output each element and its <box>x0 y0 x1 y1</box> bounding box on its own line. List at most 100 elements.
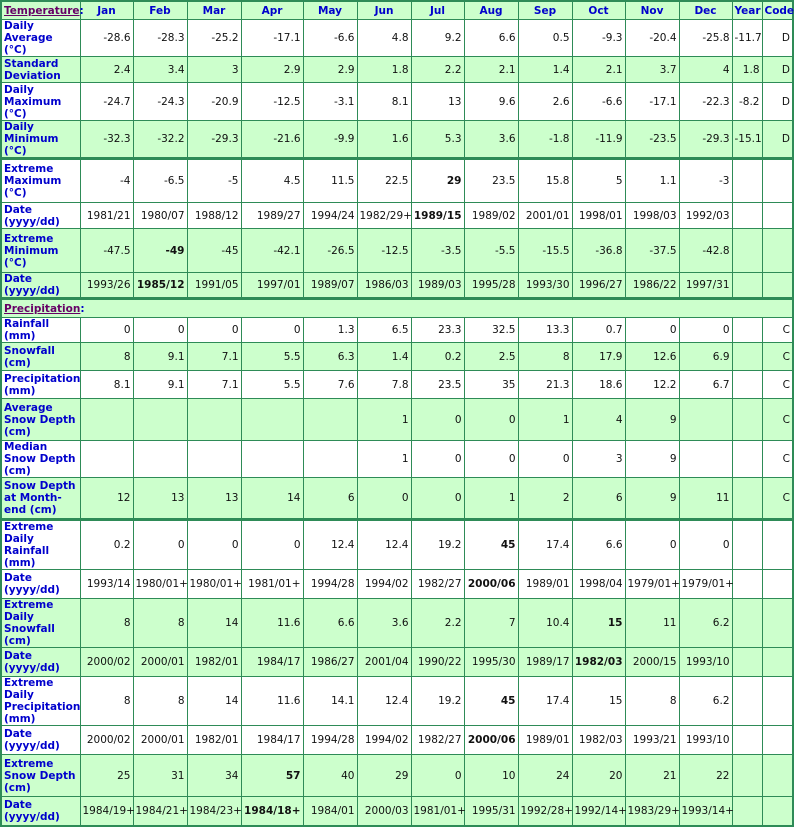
month-value: 5 <box>571 157 626 203</box>
month-value: 1993/10 <box>678 647 733 677</box>
month-value: 1993/21 <box>624 725 680 755</box>
table-row: Precipitation (mm) 8.1 9.1 7.1 5.5 7.6 7.8 23.5… <box>0 370 794 399</box>
month-value: 2.2 <box>410 56 465 83</box>
year-value <box>731 317 763 343</box>
month-value: 13.3 <box>517 317 573 343</box>
month-value: 0 <box>410 477 465 520</box>
month-value: 7.1 <box>186 342 242 371</box>
month-value: 6.5 <box>356 317 412 343</box>
month-value: 11.5 <box>302 157 358 203</box>
climate-normals-table: Temperature: Jan Feb Mar Apr May Jun Jul… <box>0 0 794 827</box>
month-value: 1985/12 <box>132 272 188 299</box>
year-value <box>731 157 763 203</box>
month-value: -11.9 <box>571 120 626 159</box>
month-value: 6.9 <box>678 342 733 371</box>
month-value: 1992/03 <box>678 202 733 229</box>
month-value: -3.5 <box>410 228 465 273</box>
month-value: 1986/27 <box>302 647 358 677</box>
month-value: 4.8 <box>356 19 412 57</box>
month-value: 1982/01 <box>186 647 242 677</box>
month-value: 0 <box>132 518 188 570</box>
table-row: Standard Deviation 2.4 3.4 3 2.9 2.9 1.8 2.2 2.1… <box>0 56 794 83</box>
table-row: Extreme Daily Precipitation (mm) 8 8 14 11.6… <box>0 676 794 726</box>
month-value: 15 <box>571 676 626 726</box>
precipitation-link[interactable]: Precipitation <box>4 303 80 315</box>
month-header: Jun <box>356 0 412 20</box>
month-value: -42.1 <box>240 228 304 273</box>
month-value: 12.4 <box>302 518 358 570</box>
month-value: 0 <box>79 317 134 343</box>
month-value: 1995/31 <box>463 796 519 826</box>
month-value: -15.5 <box>517 228 573 273</box>
code-value: C <box>761 440 794 478</box>
month-value: -32.2 <box>132 120 188 159</box>
month-value: 2.4 <box>79 56 134 83</box>
temperature-link[interactable]: Temperature <box>4 5 80 17</box>
month-value: 57 <box>240 754 304 797</box>
month-value: 6.6 <box>571 518 626 570</box>
month-value: 12.4 <box>356 676 412 726</box>
month-value: 1993/14+ <box>678 796 734 826</box>
month-value: 31 <box>132 754 188 797</box>
month-value <box>79 440 134 478</box>
month-value: -24.7 <box>79 82 134 121</box>
month-value: -29.3 <box>186 120 242 159</box>
row-label: Daily Minimum (°C) <box>0 120 81 159</box>
month-value: 1.3 <box>302 317 358 343</box>
month-header: Dec <box>678 0 733 20</box>
month-value: 9.1 <box>132 370 188 399</box>
month-value: 1984/23+ <box>186 796 242 826</box>
month-value: -23.5 <box>624 120 680 159</box>
month-value: 1 <box>356 440 412 478</box>
month-value: 0 <box>240 518 304 570</box>
month-value: 3.6 <box>356 598 412 648</box>
month-value: 1981/21 <box>79 202 134 229</box>
header-row: Temperature: Jan Feb Mar Apr May Jun Jul… <box>0 0 794 20</box>
month-value: 0 <box>678 518 733 570</box>
month-value: 1994/28 <box>302 569 358 599</box>
month-value: 1997/01 <box>240 272 304 299</box>
row-label: Extreme Snow Depth (cm) <box>0 754 81 797</box>
year-value <box>731 569 763 599</box>
year-value <box>731 370 763 399</box>
month-value: 1982/27 <box>410 569 465 599</box>
code-value: C <box>761 398 794 441</box>
month-value: -36.8 <box>571 228 626 273</box>
month-value: 14.1 <box>302 676 358 726</box>
month-value: -12.5 <box>240 82 304 121</box>
table-row: Date (yyyy/dd) 2000/02 2000/01 1982/01 1984/… <box>0 725 794 755</box>
precipitation-rows: Rainfall (mm) 0 0 0 0 1.3 6.5 23.3 32.5 13.3 0.7 0 0… <box>0 317 794 826</box>
month-value: 7.1 <box>186 370 242 399</box>
month-value: 1994/28 <box>302 725 358 755</box>
year-value <box>731 272 763 299</box>
month-header: Jul <box>410 0 465 20</box>
month-value: 1996/27 <box>571 272 626 299</box>
month-value: 8 <box>132 676 188 726</box>
code-value <box>761 647 794 677</box>
month-value: 6.2 <box>678 676 733 726</box>
month-value: 1994/24 <box>302 202 358 229</box>
month-value: 2.2 <box>410 598 465 648</box>
year-value <box>731 647 763 677</box>
month-value: -24.3 <box>132 82 188 121</box>
month-header: May <box>302 0 358 20</box>
month-value <box>79 398 134 441</box>
month-value: 1983/29+ <box>624 796 680 826</box>
code-value <box>761 202 794 229</box>
table-row: Date (yyyy/dd) 2000/02 2000/01 1982/01 1984/… <box>0 647 794 677</box>
month-value: 1.4 <box>356 342 412 371</box>
month-value: -3 <box>678 157 733 203</box>
month-header: Sep <box>517 0 573 20</box>
month-value: 19.2 <box>410 518 465 570</box>
row-label: Extreme Daily Precipitation (mm) <box>0 676 81 726</box>
month-value: 10 <box>463 754 519 797</box>
month-value: -21.6 <box>240 120 304 159</box>
month-header: Aug <box>463 0 519 20</box>
month-value: 0.2 <box>410 342 465 371</box>
month-value: -20.4 <box>624 19 680 57</box>
table-row: Daily Average (°C) -28.6 -28.3 -25.2 -17.1 -6… <box>0 19 794 57</box>
month-value: -1.8 <box>517 120 573 159</box>
month-value: 21 <box>624 754 680 797</box>
month-value: -17.1 <box>624 82 680 121</box>
month-value: -45 <box>186 228 242 273</box>
